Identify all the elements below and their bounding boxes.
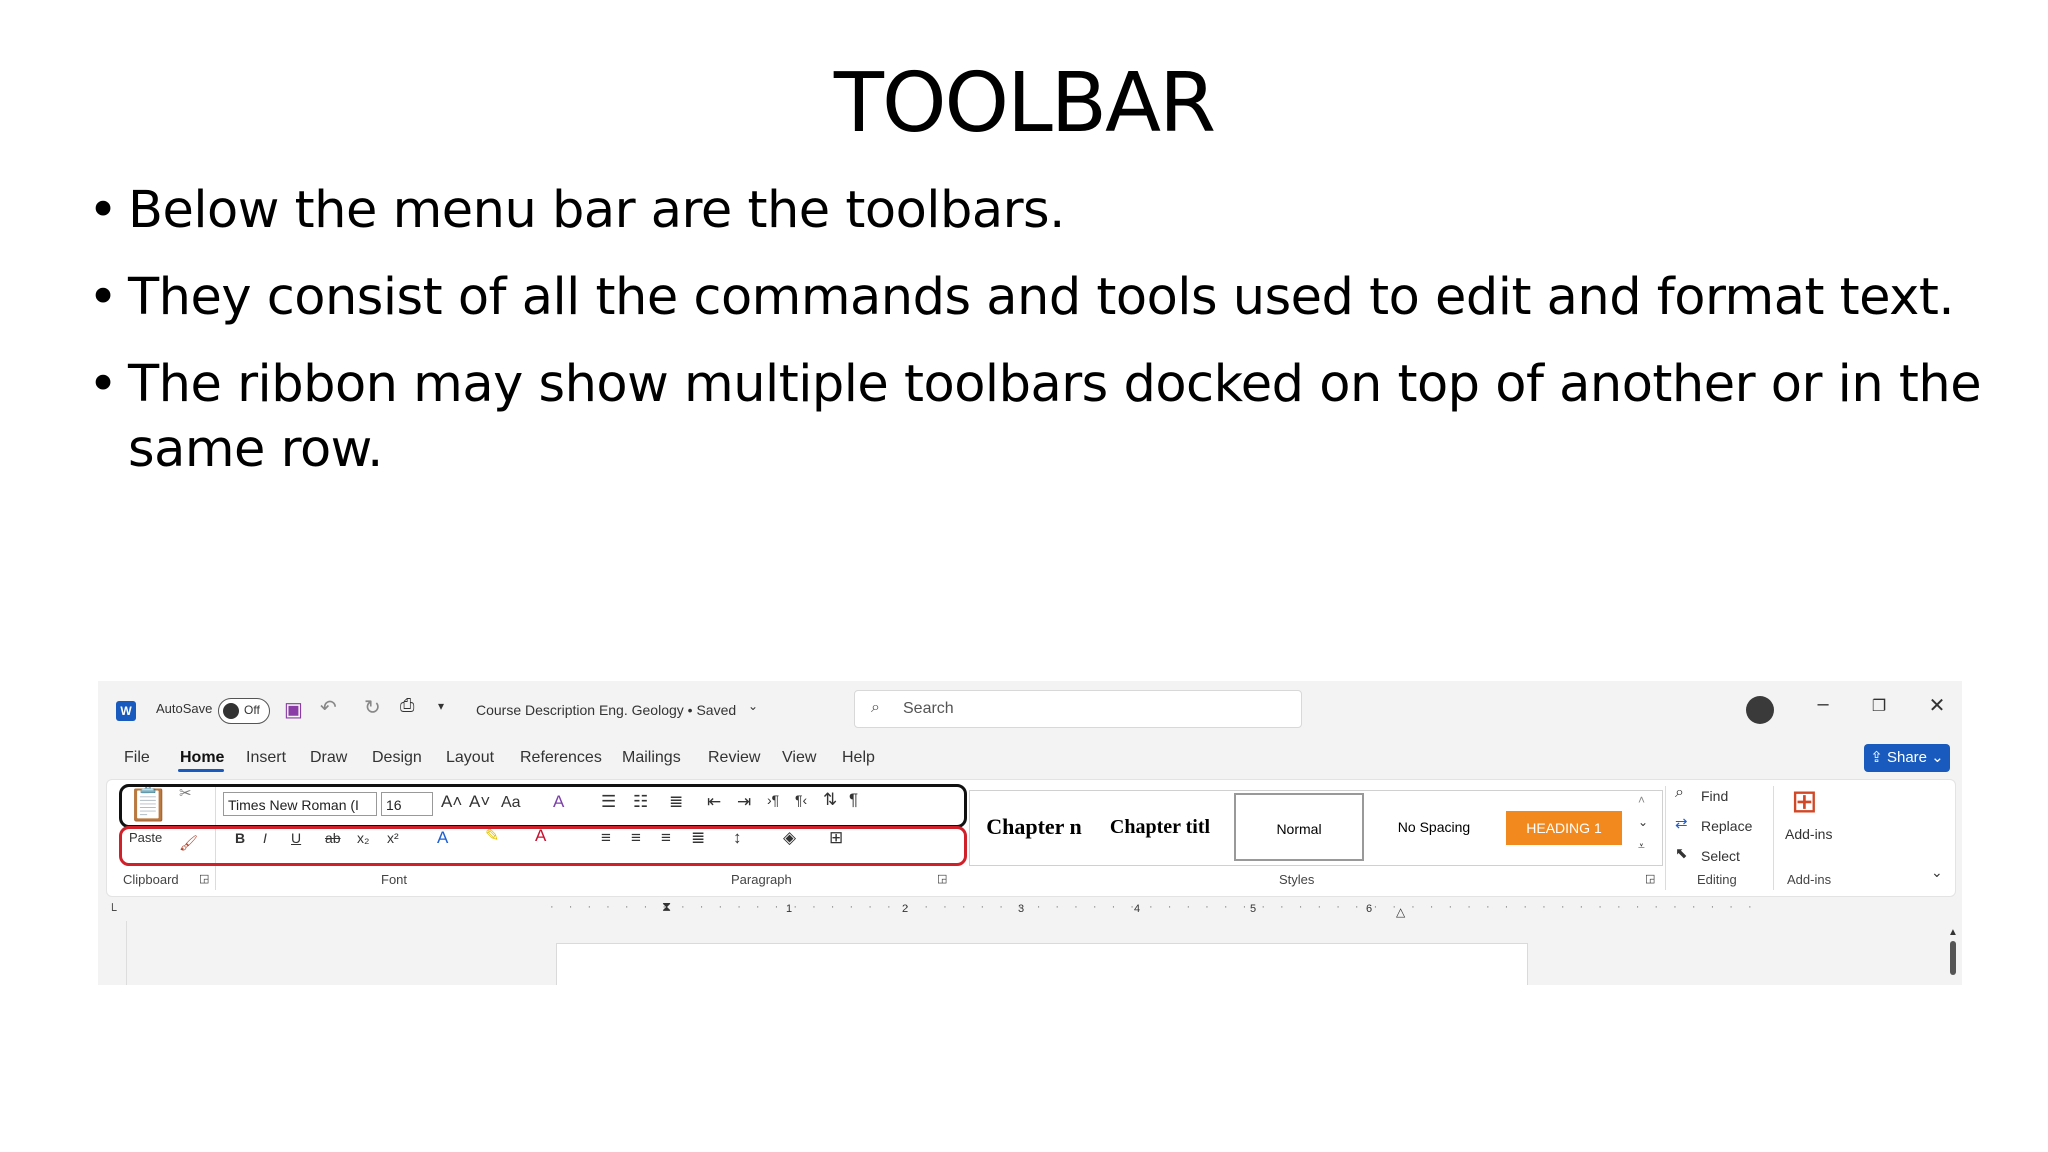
- styles-more-icon[interactable]: ⩡: [1638, 839, 1645, 854]
- menu-bar: File Home Insert Draw Design Layout Refe…: [98, 741, 1962, 775]
- ruler-number: 2: [902, 903, 909, 915]
- addins-icon[interactable]: ⊞: [1791, 782, 1818, 820]
- styles-scroll-up-icon[interactable]: ˄: [1638, 793, 1645, 807]
- ribbon: 📋 Paste ✂ 🖌 Clipboard ◲ Times New Roman …: [106, 779, 1956, 897]
- autosave-label: AutoSave: [156, 701, 213, 716]
- menu-layout[interactable]: Layout: [446, 749, 494, 767]
- share-button[interactable]: ⇪ Share ⌄: [1864, 744, 1950, 772]
- minimize-icon[interactable]: –: [1808, 693, 1838, 716]
- bullet-item: • Below the menu bar are the toolbars.: [86, 178, 1986, 243]
- menu-design[interactable]: Design: [372, 749, 422, 767]
- toggle-knob: [223, 703, 239, 719]
- ruler-number: 5: [1250, 903, 1257, 915]
- save-icon[interactable]: ▣: [284, 697, 303, 722]
- bullet-text: Below the menu bar are the toolbars.: [128, 181, 1065, 240]
- style-normal[interactable]: Normal: [1234, 793, 1364, 861]
- bullet-dot: •: [88, 181, 118, 240]
- bullet-list: • Below the menu bar are the toolbars. • T…: [86, 178, 1986, 504]
- right-indent-marker-icon[interactable]: △: [1396, 905, 1405, 919]
- menu-references[interactable]: References: [520, 749, 602, 767]
- group-paragraph: Paragraph: [731, 872, 792, 887]
- dialog-launcher-icon[interactable]: ◲: [1645, 872, 1655, 885]
- divider: [1665, 786, 1666, 890]
- dialog-launcher-icon[interactable]: ◲: [199, 872, 209, 885]
- slide-title: TOOLBAR: [833, 56, 1216, 151]
- menu-insert[interactable]: Insert: [246, 749, 286, 767]
- group-font: Font: [381, 872, 408, 887]
- divider: [1773, 786, 1774, 890]
- search-icon: ⌕: [871, 699, 880, 716]
- menu-draw[interactable]: Draw: [310, 749, 347, 767]
- autosave-toggle[interactable]: Off: [218, 698, 270, 724]
- style-chapter-number[interactable]: Chapter n: [976, 793, 1092, 861]
- indent-marker-icon[interactable]: ⧗: [662, 899, 671, 915]
- vertical-scrollbar[interactable]: [1950, 941, 1956, 975]
- style-chapter-title[interactable]: Chapter titl: [1096, 793, 1224, 861]
- share-icon: ⇪: [1870, 749, 1887, 766]
- group-clipboard: Clipboard: [123, 872, 179, 887]
- dialog-launcher-icon[interactable]: ◲: [937, 872, 947, 885]
- menu-mailings[interactable]: Mailings: [622, 749, 681, 767]
- document-title[interactable]: Course Description Eng. Geology • Saved: [476, 702, 736, 718]
- style-heading-1[interactable]: HEADING 1: [1506, 811, 1622, 845]
- restore-icon[interactable]: ❐: [1864, 696, 1894, 716]
- bullet-dot: •: [88, 268, 118, 327]
- chevron-down-icon[interactable]: ⌄: [748, 699, 758, 713]
- share-label: Share: [1886, 749, 1928, 766]
- select-icon[interactable]: ⬉: [1675, 844, 1688, 862]
- style-no-spacing[interactable]: No Spacing: [1368, 793, 1500, 861]
- bullet-dot: •: [88, 355, 118, 414]
- styles-gallery: Chapter n Chapter titl Normal No Spacing…: [969, 790, 1663, 866]
- find-icon[interactable]: ⌕: [1675, 784, 1684, 802]
- customize-qat-icon[interactable]: ▾: [438, 699, 444, 713]
- ruler: └ · · · · · · · · · · · · · · · · · · · …: [98, 899, 1962, 921]
- menu-help[interactable]: Help: [842, 749, 875, 767]
- left-margin-bar: [98, 921, 127, 985]
- styles-scroll-down-icon[interactable]: ⌄: [1638, 815, 1648, 829]
- ruler-number: 1: [786, 903, 793, 915]
- addins-button[interactable]: Add-ins: [1785, 826, 1832, 842]
- redo-icon[interactable]: ↻: [364, 695, 381, 720]
- group-addins: Add-ins: [1787, 872, 1832, 887]
- collapse-ribbon-icon[interactable]: ⌄: [1931, 864, 1943, 881]
- ruler-number: 6: [1366, 903, 1373, 915]
- word-logo-icon: W: [116, 701, 136, 721]
- select-button[interactable]: Select: [1701, 848, 1740, 864]
- menu-home[interactable]: Home: [180, 749, 224, 767]
- menu-file[interactable]: File: [124, 749, 150, 767]
- replace-button[interactable]: Replace: [1701, 818, 1752, 834]
- bullet-item: • They consist of all the commands and to…: [86, 265, 1986, 330]
- avatar[interactable]: [1746, 696, 1774, 724]
- ruler-number: 3: [1018, 903, 1025, 915]
- active-tab-indicator: [178, 769, 224, 772]
- scroll-up-icon[interactable]: ▲: [1948, 927, 1958, 938]
- undo-icon[interactable]: ↶: [320, 695, 337, 720]
- ruler-number: 4: [1134, 903, 1141, 915]
- bullet-text: They consist of all the commands and too…: [128, 268, 1955, 327]
- highlight-box-bottom: [119, 826, 967, 866]
- menu-view[interactable]: View: [782, 749, 816, 767]
- print-preview-icon[interactable]: ⎙: [400, 695, 414, 716]
- bullet-text: The ribbon may show multiple toolbars do…: [128, 355, 1982, 479]
- replace-icon[interactable]: ⇄: [1675, 814, 1688, 832]
- find-button[interactable]: Find: [1701, 788, 1728, 804]
- title-bar: W AutoSave Off ▣ ↶ ↻ ⎙ ▾ Course Descript…: [98, 681, 1962, 737]
- group-styles: Styles: [1279, 872, 1315, 887]
- tab-selector-icon[interactable]: └: [108, 903, 117, 917]
- search-placeholder: Search: [903, 700, 954, 717]
- document-page[interactable]: [556, 943, 1528, 985]
- menu-review[interactable]: Review: [708, 749, 760, 767]
- bullet-item: • The ribbon may show multiple toolbars d…: [86, 352, 1986, 482]
- search-box[interactable]: ⌕ Search: [854, 690, 1302, 728]
- highlight-box-top: [119, 784, 967, 828]
- autosave-state: Off: [244, 703, 260, 717]
- word-screenshot: W AutoSave Off ▣ ↶ ↻ ⎙ ▾ Course Descript…: [98, 681, 1962, 985]
- group-editing: Editing: [1697, 872, 1737, 887]
- close-icon[interactable]: ✕: [1922, 693, 1952, 718]
- ruler-ticks: · · · · · · · · · · · · · · · · · · · · …: [550, 901, 1758, 913]
